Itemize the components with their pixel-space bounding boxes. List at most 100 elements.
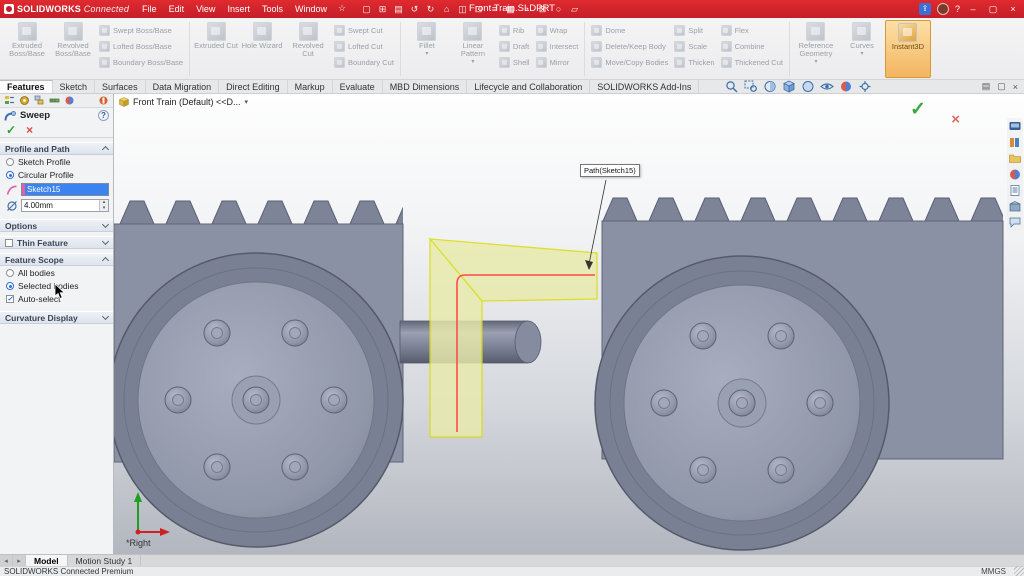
- tab-data-migration[interactable]: Data Migration: [146, 80, 220, 93]
- reference-geometry-dropdown-icon[interactable]: ▾: [814, 59, 817, 65]
- reference-geometry-button[interactable]: Reference Geometry ▾: [793, 20, 839, 78]
- swept-boss-button[interactable]: Swept Boss/Base: [96, 23, 186, 38]
- file-explorer-icon[interactable]: [1008, 152, 1022, 165]
- tab-model[interactable]: Model: [26, 555, 68, 566]
- toolbar-icon-3[interactable]: ▤: [392, 3, 405, 16]
- propertymanager-icon[interactable]: [19, 95, 30, 106]
- tab-features[interactable]: Features: [0, 80, 53, 93]
- extruded-cut-button[interactable]: Extruded Cut: [193, 20, 239, 78]
- menu-insert[interactable]: Insert: [222, 3, 255, 15]
- dome-button[interactable]: Dome: [588, 23, 671, 38]
- user-avatar[interactable]: [937, 3, 949, 15]
- wrap-button[interactable]: Wrap: [533, 23, 582, 38]
- confirm-ok-icon[interactable]: ✓: [910, 98, 926, 121]
- zoom-area-icon[interactable]: [744, 80, 758, 93]
- section-profile-and-path[interactable]: Profile and Path: [0, 142, 113, 155]
- feature-tree-breadcrumb[interactable]: Front Train (Default) <<D... ▾: [119, 97, 248, 107]
- menu-pin-icon[interactable]: ☆: [334, 3, 350, 15]
- tab-lifecycle-collaboration[interactable]: Lifecycle and Collaboration: [467, 80, 590, 93]
- toolbar-icon-6[interactable]: ⌂: [440, 3, 453, 16]
- tab-mbd-dimensions[interactable]: MBD Dimensions: [383, 80, 468, 93]
- tab-sketch[interactable]: Sketch: [53, 80, 96, 93]
- doc-restore-icon[interactable]: ▢: [997, 81, 1006, 92]
- fillet-dropdown-icon[interactable]: ▾: [425, 51, 428, 57]
- sketch-profile-radio[interactable]: Sketch Profile: [6, 157, 109, 167]
- displaymanager-icon[interactable]: [64, 95, 75, 106]
- swept-cut-button[interactable]: Swept Cut: [331, 23, 397, 38]
- diameter-value[interactable]: 4.00mm: [22, 201, 99, 210]
- section-view-icon[interactable]: [763, 80, 777, 93]
- pm-cancel-button[interactable]: ×: [26, 124, 33, 137]
- tab-solidworks-addins[interactable]: SOLIDWORKS Add-Ins: [590, 80, 699, 93]
- mirror-button[interactable]: Mirror: [533, 55, 582, 70]
- model-canvas[interactable]: [114, 94, 1024, 554]
- toolbar-icon-14[interactable]: ▱: [568, 3, 581, 16]
- pane-options-icon[interactable]: [98, 95, 109, 106]
- menu-view[interactable]: View: [191, 3, 220, 15]
- intersect-button[interactable]: Intersect: [533, 39, 582, 54]
- instant3d-button[interactable]: Instant3D: [885, 20, 931, 78]
- forum-icon[interactable]: [1008, 216, 1022, 229]
- tab-direct-editing[interactable]: Direct Editing: [219, 80, 288, 93]
- zoom-fit-icon[interactable]: [725, 80, 739, 93]
- section-feature-scope[interactable]: Feature Scope: [0, 253, 113, 266]
- restore-button[interactable]: ▢: [986, 0, 1000, 18]
- section-thin-feature[interactable]: Thin Feature: [0, 236, 113, 249]
- boundary-boss-button[interactable]: Boundary Boss/Base: [96, 55, 186, 70]
- delete-keep-body-button[interactable]: Delete/Keep Body: [588, 39, 671, 54]
- shell-button[interactable]: Shell: [496, 55, 533, 70]
- tab-motion-study[interactable]: Motion Study 1: [68, 555, 142, 566]
- tab-markup[interactable]: Markup: [288, 80, 333, 93]
- lofted-cut-button[interactable]: Lofted Cut: [331, 39, 397, 54]
- combine-button[interactable]: Combine: [718, 39, 786, 54]
- design-library-icon[interactable]: [1008, 136, 1022, 149]
- revolved-boss-button[interactable]: Revolved Boss/Base: [50, 20, 96, 78]
- flex-button[interactable]: Flex: [718, 23, 786, 38]
- boundary-cut-button[interactable]: Boundary Cut: [331, 55, 397, 70]
- path-selection-value[interactable]: Sketch15: [25, 184, 108, 195]
- confirm-cancel-icon[interactable]: ×: [951, 111, 960, 128]
- share-icon[interactable]: ⇪: [919, 3, 931, 15]
- menu-file[interactable]: File: [137, 3, 162, 15]
- revolved-cut-button[interactable]: Revolved Cut: [285, 20, 331, 78]
- tab-evaluate[interactable]: Evaluate: [333, 80, 383, 93]
- display-style-icon[interactable]: [801, 80, 815, 93]
- threedexperience-icon[interactable]: [1008, 120, 1022, 133]
- lofted-boss-button[interactable]: Lofted Boss/Base: [96, 39, 186, 54]
- pm-help-icon[interactable]: ?: [98, 110, 109, 121]
- thickened-cut-button[interactable]: Thickened Cut: [718, 55, 786, 70]
- curves-dropdown-icon[interactable]: ▾: [860, 51, 863, 57]
- tab-scroll-next[interactable]: ▸: [13, 555, 26, 566]
- section-curvature-display[interactable]: Curvature Display: [0, 311, 113, 324]
- toolbar-icon-2[interactable]: ⊞: [376, 3, 389, 16]
- menu-tools[interactable]: Tools: [257, 3, 288, 15]
- thicken-button[interactable]: Thicken: [671, 55, 717, 70]
- circular-profile-radio[interactable]: Circular Profile: [6, 170, 109, 180]
- all-bodies-radio[interactable]: All bodies: [6, 268, 109, 278]
- toolbar-icon-1[interactable]: ▢: [360, 3, 373, 16]
- tab-surfaces[interactable]: Surfaces: [95, 80, 146, 93]
- hide-show-items-icon[interactable]: [820, 80, 834, 93]
- scale-button[interactable]: Scale: [671, 39, 717, 54]
- linear-pattern-button[interactable]: Linear Pattern ▾: [450, 20, 496, 78]
- feature-pane-icon[interactable]: ▤: [982, 81, 991, 92]
- dimxpertmanager-icon[interactable]: [49, 95, 60, 106]
- hole-wizard-button[interactable]: Hole Wizard: [239, 20, 285, 78]
- units-selector[interactable]: MMGS: [981, 567, 1006, 576]
- menu-edit[interactable]: Edit: [164, 3, 190, 15]
- draft-button[interactable]: Draft: [496, 39, 533, 54]
- view-orientation-icon[interactable]: [782, 80, 796, 93]
- appearances-icon[interactable]: [1008, 168, 1022, 181]
- path-selection-box[interactable]: Sketch15: [21, 183, 109, 196]
- redo-icon[interactable]: ↻: [424, 3, 437, 16]
- linear-pattern-dropdown-icon[interactable]: ▾: [471, 59, 474, 65]
- view-settings-icon[interactable]: [858, 80, 872, 93]
- diameter-input[interactable]: 4.00mm ▴ ▾: [21, 199, 109, 212]
- close-button[interactable]: ×: [1006, 0, 1020, 18]
- move-copy-bodies-button[interactable]: Move/Copy Bodies: [588, 55, 671, 70]
- breadcrumb-expand-icon[interactable]: ▾: [245, 98, 249, 106]
- split-button[interactable]: Split: [671, 23, 717, 38]
- configurationmanager-icon[interactable]: [34, 95, 45, 106]
- featuremanager-design-tree-icon[interactable]: [4, 95, 15, 106]
- spin-down-icon[interactable]: ▾: [100, 206, 108, 212]
